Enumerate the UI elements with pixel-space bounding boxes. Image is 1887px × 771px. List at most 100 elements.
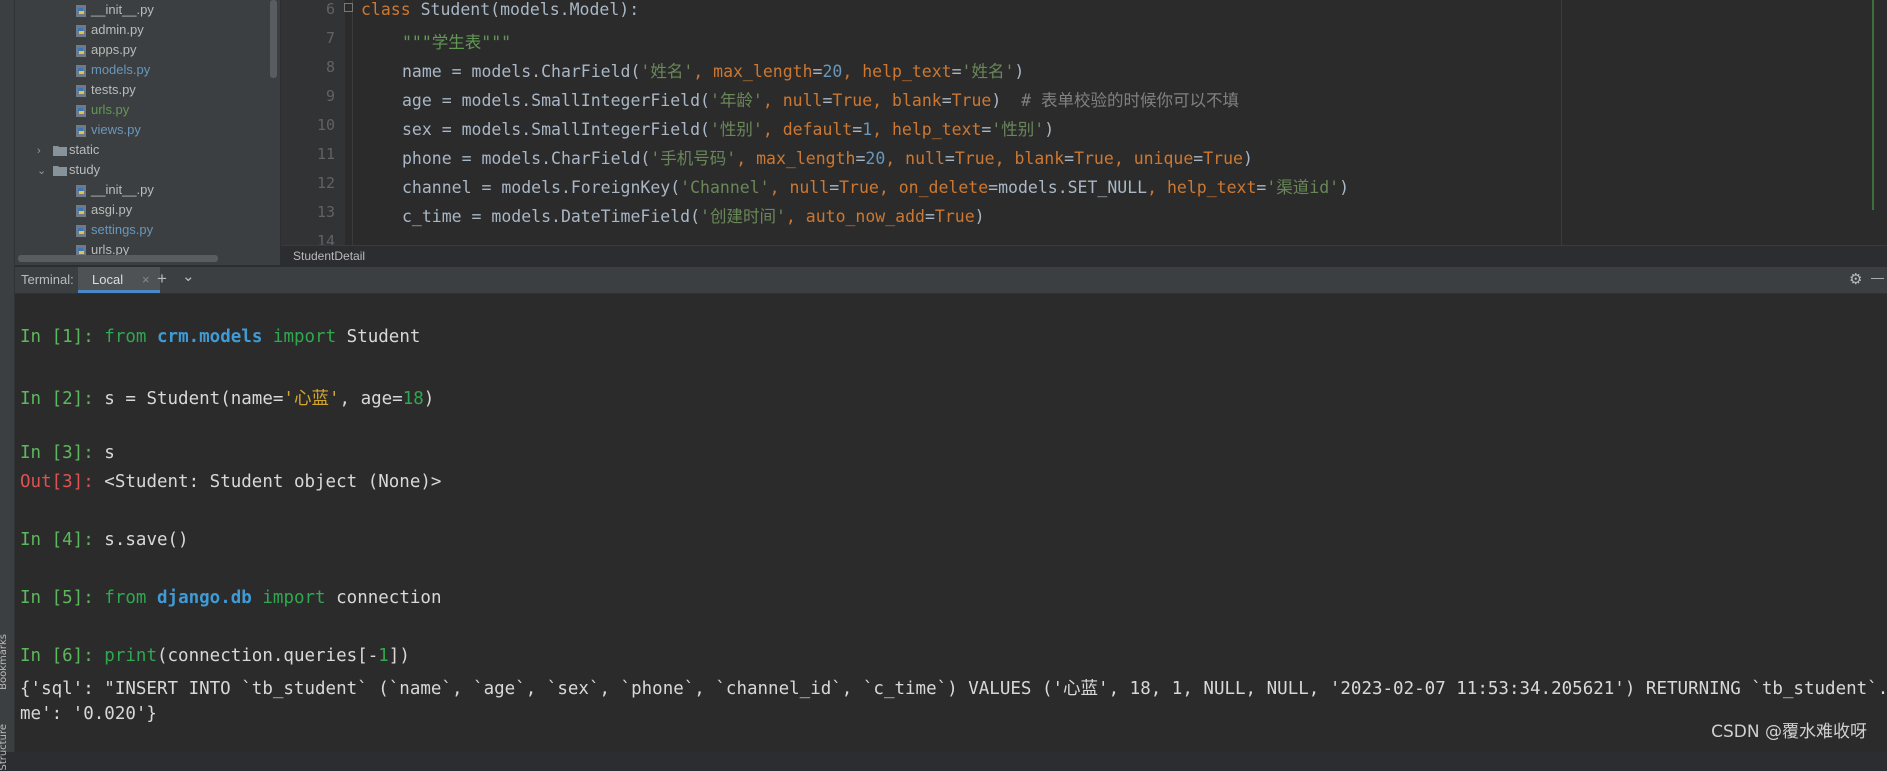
tool-strip: Bookmarks Structure — [0, 0, 15, 771]
add-tab-icon[interactable]: + — [157, 269, 167, 289]
tree-item-label: tests.py — [91, 82, 136, 97]
code-token: , age= — [339, 389, 403, 409]
terminal-input-line: In [1]: from crm.models import Student — [20, 327, 420, 347]
tree-file[interactable]: tests.py — [75, 80, 136, 100]
code-line-7: """学生表""" — [402, 33, 512, 52]
code-line-13: c_time = models.DateTimeField('创建时间', au… — [402, 207, 985, 226]
code-line-6: class Student(models.Model): — [361, 0, 640, 19]
folder-icon — [53, 164, 67, 178]
tree-item-label: asgi.py — [91, 202, 133, 217]
breadcrumb-item[interactable]: StudentDetail — [293, 249, 365, 263]
tree-item-label: models.py — [91, 62, 151, 77]
chevron-down-icon[interactable]: ⌄ — [182, 267, 195, 285]
python-file-icon — [75, 24, 87, 38]
line-number: 11 — [316, 145, 335, 163]
code-token: connection — [325, 588, 442, 608]
in-prompt: In [6]: — [20, 646, 105, 666]
code-line-8: name = models.CharField('姓名', max_length… — [402, 62, 1025, 81]
terminal-input-line: In [6]: print(connection.queries[-1]) — [20, 646, 410, 666]
code-token: ) — [423, 389, 435, 409]
code-editor[interactable]: class Student(models.Model): """学生表""" n… — [345, 0, 1887, 245]
tree-item-label: apps.py — [91, 42, 137, 57]
tree-file[interactable]: admin.py — [75, 20, 144, 40]
code-line-11: phone = models.CharField('手机号码', max_len… — [402, 149, 1253, 168]
tree-file[interactable]: __init__.py — [75, 180, 154, 200]
code-token: print — [104, 646, 157, 666]
code-token: s — [104, 443, 115, 463]
tree-item-label: views.py — [91, 122, 141, 137]
breadcrumb: StudentDetail — [281, 245, 1887, 268]
right-margin-line — [1561, 0, 1562, 245]
terminal-output[interactable]: In [1]: from crm.models import Student In… — [15, 294, 1887, 752]
python-file-icon — [75, 224, 87, 238]
code-line-9: age = models.SmallIntegerField('年龄', nul… — [402, 91, 1240, 110]
tree-vertical-scrollbar[interactable] — [270, 0, 277, 78]
code-token: (connection.queries[- — [156, 646, 379, 666]
indent-guide — [352, 0, 353, 245]
chevron-right-icon[interactable]: › — [37, 141, 53, 161]
terminal-input-line: In [4]: s.save() — [20, 530, 189, 550]
close-icon[interactable]: × — [142, 272, 150, 287]
tree-file[interactable]: models.py — [75, 60, 150, 80]
minimize-icon[interactable]: — — [1871, 270, 1884, 285]
in-prompt: In [1]: — [20, 327, 105, 347]
code-token: me': '0.020'} — [20, 704, 157, 724]
tree-folder[interactable]: ⌄ study — [37, 160, 100, 180]
code-token: 1 — [378, 646, 389, 666]
structure-tab[interactable]: Structure — [0, 724, 9, 771]
terminal-input-line: In [5]: from django.db import connection — [20, 588, 442, 608]
tab-local-label: Local — [92, 272, 124, 287]
tree-horizontal-scrollbar[interactable] — [18, 255, 218, 262]
in-prompt: In [4]: — [20, 530, 105, 550]
bookmarks-tab[interactable]: Bookmarks — [0, 634, 9, 690]
code-token: 18 — [402, 389, 424, 409]
code-token: Student — [336, 327, 421, 347]
terminal-label: Terminal: — [21, 272, 74, 287]
code-token: s = Student(name= — [104, 389, 284, 409]
tree-file[interactable]: apps.py — [75, 40, 137, 60]
code-token: {'sql': "INSERT INTO `tb_student` (`name… — [20, 679, 1887, 699]
tree-item-label: settings.py — [91, 222, 154, 237]
in-prompt: In [5]: — [20, 588, 105, 608]
python-file-icon — [75, 64, 87, 78]
tree-file[interactable]: settings.py — [75, 220, 153, 240]
tree-file[interactable]: urls.py — [75, 100, 129, 120]
fold-marker-icon[interactable] — [344, 3, 353, 12]
terminal-input-line: In [2]: s = Student(name='心蓝', age=18) — [20, 385, 434, 410]
line-number: 8 — [325, 58, 335, 76]
chevron-down-icon[interactable]: ⌄ — [37, 161, 53, 181]
in-prompt: In [2]: — [20, 389, 105, 409]
line-number: 9 — [325, 87, 335, 105]
code-line-10: sex = models.SmallIntegerField('性别', def… — [402, 120, 1055, 139]
terminal-output-line: {'sql': "INSERT INTO `tb_student` (`name… — [20, 675, 1887, 700]
code-line-12: channel = models.ForeignKey('Channel', n… — [402, 178, 1350, 197]
code-token: import — [272, 327, 337, 347]
line-number: 6 — [325, 0, 335, 18]
out-prompt: Out[3]: — [20, 472, 105, 492]
code-token: crm.models — [157, 327, 263, 347]
python-file-icon — [75, 184, 87, 198]
gear-icon[interactable]: ⚙ — [1849, 270, 1862, 288]
code-token: '心蓝' — [283, 389, 340, 409]
python-file-icon — [75, 124, 87, 138]
python-file-icon — [75, 104, 87, 118]
code-token: from — [104, 327, 147, 347]
python-file-icon — [75, 84, 87, 98]
in-prompt: In [3]: — [20, 443, 105, 463]
tab-local[interactable]: Local × — [78, 267, 160, 293]
editor-gutter: 6 7 8 9 10 11 12 13 14 — [281, 0, 345, 250]
code-token: s.save() — [104, 530, 189, 550]
tree-file[interactable]: views.py — [75, 120, 141, 140]
tree-folder[interactable]: › static — [37, 140, 99, 160]
watermark: CSDN @覆水难收呀 — [1711, 722, 1867, 742]
python-file-icon — [75, 4, 87, 18]
terminal-input-line: In [3]: s — [20, 443, 115, 463]
code-token: import — [262, 588, 326, 608]
tree-file[interactable]: __init__.py — [75, 0, 154, 20]
tree-item-label: study — [69, 162, 101, 177]
tree-file[interactable]: asgi.py — [75, 200, 132, 220]
code-token: from — [104, 588, 147, 608]
